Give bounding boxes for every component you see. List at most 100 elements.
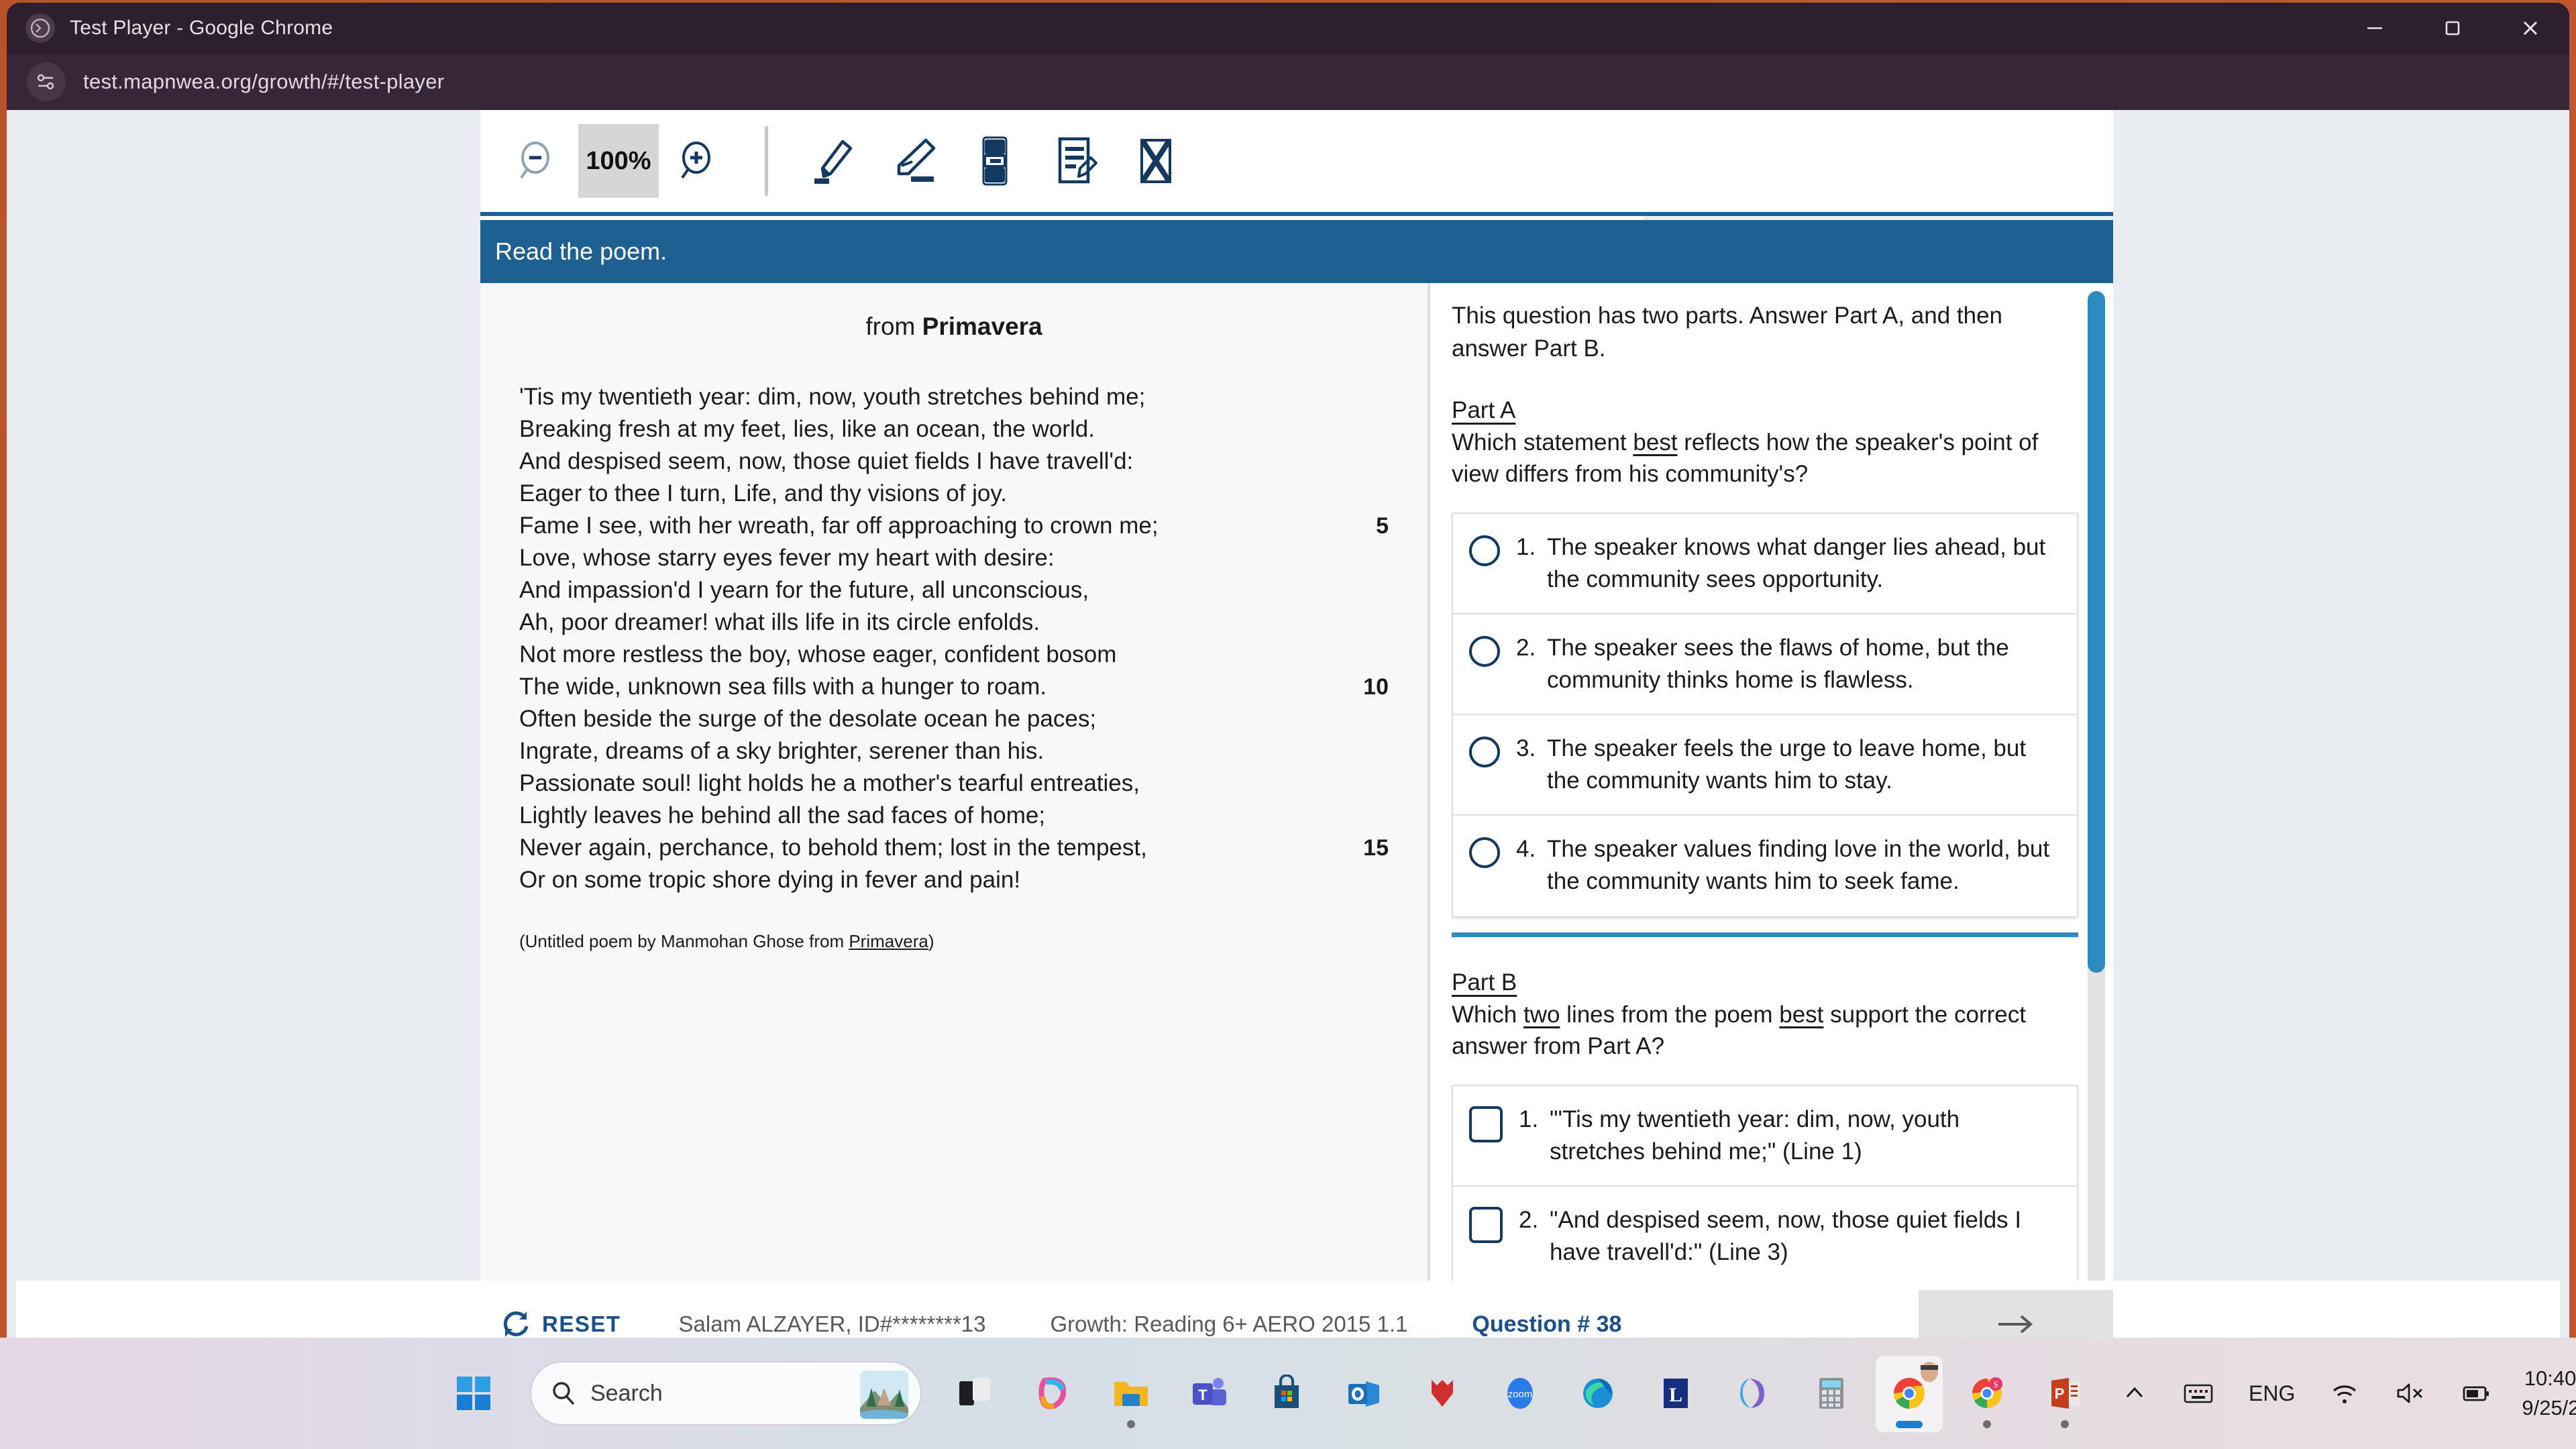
attribution-suffix: ) bbox=[928, 931, 934, 951]
maximize-icon[interactable] bbox=[2414, 3, 2491, 54]
poem-line: Ah, poor dreamer! what ills life in its … bbox=[519, 606, 1389, 639]
battery-button[interactable] bbox=[2444, 1353, 2510, 1434]
clock-date: 9/25/2024 bbox=[2522, 1396, 2576, 1419]
checkbox-icon[interactable] bbox=[1469, 1106, 1503, 1142]
zoom-button[interactable]: zoom bbox=[1481, 1354, 1559, 1432]
file-explorer-button[interactable] bbox=[1092, 1354, 1170, 1432]
option-number: 2. bbox=[1519, 1207, 1539, 1233]
radio-button-icon[interactable] bbox=[1469, 837, 1500, 868]
chrome-profile-button[interactable] bbox=[1870, 1354, 1948, 1432]
question-body: from Primavera 'Tis my twentieth year: d… bbox=[480, 283, 2113, 1338]
browser-address-bar[interactable]: test.mapnwea.org/growth/#/test-player bbox=[7, 54, 2569, 110]
chrome-secondary-button[interactable]: S bbox=[1948, 1354, 2026, 1432]
option-text: The speaker feels the urge to leave home… bbox=[1547, 735, 2027, 794]
part-b-stem-emphasis-best: best bbox=[1779, 1002, 1824, 1028]
poem-line-text: Passionate soul! light holds he a mother… bbox=[519, 770, 1140, 796]
window-controls bbox=[2336, 3, 2569, 54]
poem-line-text: Eager to thee I turn, Life, and thy visi… bbox=[519, 480, 1007, 506]
option-number: 2. bbox=[1516, 635, 1536, 661]
site-settings-icon[interactable] bbox=[27, 62, 66, 101]
poem-line-text: Lightly leaves he behind all the sad fac… bbox=[519, 802, 1046, 828]
poem-line-text: Or on some tropic shore dying in fever a… bbox=[519, 867, 1021, 893]
part-b-option-1[interactable]: 1. "'Tis my twentieth year: dim, now, yo… bbox=[1453, 1086, 2077, 1187]
test-player-page: 100% Read the poem. from Primavera 'Tis … bbox=[16, 110, 2560, 1338]
poem-line-text: Often beside the surge of the desolate o… bbox=[519, 706, 1097, 732]
svg-text:S: S bbox=[1993, 1379, 1998, 1389]
part-a-option-3[interactable]: 3. The speaker feels the urge to leave h… bbox=[1453, 715, 2077, 816]
next-question-button[interactable] bbox=[1919, 1290, 2113, 1338]
eraser-button[interactable] bbox=[874, 124, 955, 198]
powerpoint-icon: P bbox=[2051, 1378, 2080, 1409]
attribution-source: Primavera bbox=[849, 931, 928, 951]
svg-text:P: P bbox=[2055, 1385, 2065, 1402]
close-icon[interactable] bbox=[2491, 3, 2569, 54]
antivirus-button[interactable] bbox=[1403, 1354, 1481, 1432]
eraser-icon bbox=[897, 138, 936, 182]
part-a-option-4[interactable]: 4. The speaker values finding love in th… bbox=[1453, 816, 2077, 916]
show-hidden-icons-button[interactable] bbox=[2104, 1353, 2165, 1434]
calculator-button[interactable] bbox=[1792, 1354, 1870, 1432]
radio-button-icon[interactable] bbox=[1469, 636, 1500, 667]
student-info: Salam ALZAYER, ID#********13 bbox=[678, 1311, 986, 1336]
zoom-out-icon bbox=[520, 142, 549, 179]
microsoft-365-button[interactable] bbox=[1715, 1354, 1792, 1432]
part-a-stem: Which statement best reflects how the sp… bbox=[1452, 427, 2078, 490]
part-b-option-2[interactable]: 2. "And despised seem, now, those quiet … bbox=[1453, 1187, 2077, 1287]
question-pane: This question has two parts. Answer Part… bbox=[1430, 283, 2113, 1338]
zoom-in-button[interactable] bbox=[659, 124, 739, 198]
copilot-icon bbox=[1038, 1377, 1067, 1409]
lockdown-browser-button[interactable]: L bbox=[1637, 1354, 1715, 1432]
line-reader-button[interactable] bbox=[955, 124, 1035, 198]
radio-button-icon[interactable] bbox=[1469, 535, 1500, 566]
taskbar-search[interactable]: Search bbox=[530, 1361, 922, 1426]
notepad-button[interactable] bbox=[1035, 124, 1116, 198]
search-icon bbox=[553, 1382, 575, 1405]
tab-title[interactable]: Test Player - Google Chrome bbox=[70, 17, 333, 40]
outlook-button[interactable] bbox=[1326, 1354, 1403, 1432]
highlighter-button[interactable] bbox=[794, 124, 874, 198]
folder-icon bbox=[1114, 1382, 1148, 1406]
part-b-label: Part B bbox=[1452, 969, 1517, 996]
task-view-button[interactable] bbox=[936, 1354, 1014, 1432]
arrow-right-icon bbox=[1998, 1315, 2033, 1334]
option-number: 1. bbox=[1519, 1106, 1539, 1132]
language-indicator[interactable]: ENG bbox=[2231, 1353, 2312, 1434]
highlighter-icon bbox=[814, 140, 853, 184]
page-gutter-left bbox=[16, 110, 480, 1281]
keyboard-icon bbox=[2184, 1384, 2213, 1403]
microsoft-store-button[interactable] bbox=[1248, 1354, 1326, 1432]
svg-text:L: L bbox=[1669, 1384, 1682, 1406]
page-viewport: 100% Read the poem. from Primavera 'Tis … bbox=[7, 110, 2569, 1338]
volume-muted-button[interactable] bbox=[2377, 1353, 2444, 1434]
reset-button[interactable]: RESET bbox=[499, 1307, 621, 1338]
clock[interactable]: 10:40 AM 9/25/2024 bbox=[2510, 1364, 2576, 1423]
question-scrollbar-track[interactable] bbox=[2088, 291, 2105, 1324]
cross-out-button[interactable] bbox=[1116, 124, 1196, 198]
active-indicator bbox=[1896, 1421, 1923, 1428]
browser-titlebar: Test Player - Google Chrome bbox=[7, 3, 2569, 54]
edge-button[interactable] bbox=[1559, 1354, 1637, 1432]
part-a-label: Part A bbox=[1452, 397, 1516, 423]
poem-line-text: Fame I see, with her wreath, far off app… bbox=[519, 513, 1159, 539]
start-button[interactable] bbox=[435, 1354, 513, 1432]
tool-ribbon: 100% bbox=[480, 110, 2113, 216]
checkbox-icon[interactable] bbox=[1469, 1207, 1503, 1243]
question-scrollbar-thumb[interactable] bbox=[2088, 291, 2105, 973]
part-a-option-2[interactable]: 2. The speaker sees the flaws of home, b… bbox=[1453, 614, 2077, 715]
touch-keyboard-button[interactable] bbox=[2165, 1353, 2231, 1434]
part-a-option-1[interactable]: 1. The speaker knows what danger lies ah… bbox=[1453, 514, 2077, 614]
powerpoint-button[interactable]: P bbox=[2026, 1354, 2104, 1432]
wifi-button[interactable] bbox=[2312, 1353, 2377, 1434]
minimize-icon[interactable] bbox=[2336, 3, 2414, 54]
zoom-out-button[interactable] bbox=[498, 124, 578, 198]
url-text[interactable]: test.mapnwea.org/growth/#/test-player bbox=[83, 70, 444, 94]
poem-line-text: Love, whose starry eyes fever my heart w… bbox=[519, 545, 1055, 571]
passage-title-prefix: from bbox=[865, 313, 922, 340]
teams-button[interactable]: T bbox=[1170, 1354, 1248, 1432]
poem-line: Eager to thee I turn, Life, and thy visi… bbox=[519, 478, 1389, 510]
chrome-window: Test Player - Google Chrome test.mapnwea… bbox=[7, 3, 2569, 1338]
copilot-button[interactable] bbox=[1014, 1354, 1092, 1432]
radio-button-icon[interactable] bbox=[1469, 737, 1500, 767]
poem-line: Passionate soul! light holds he a mother… bbox=[519, 767, 1389, 800]
poem-line-text: Never again, perchance, to behold them; … bbox=[519, 835, 1147, 861]
